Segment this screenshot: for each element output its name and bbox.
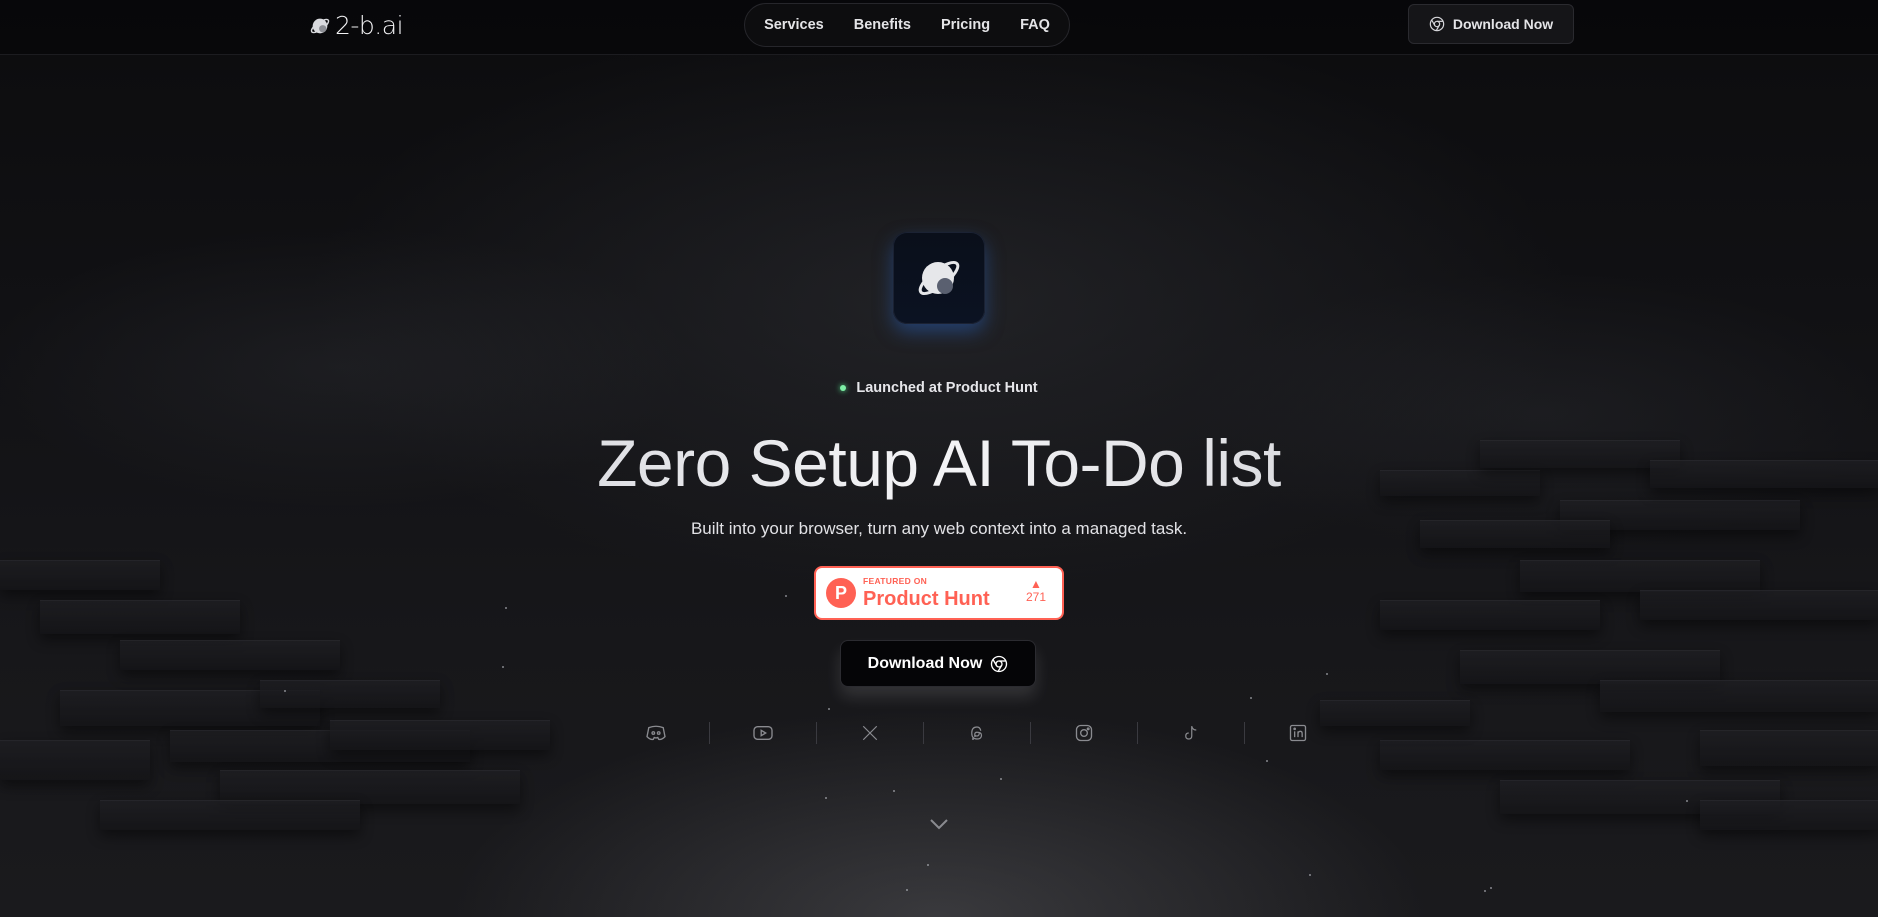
product-hunt-featured-label: FEATURED ON (863, 576, 928, 587)
background-block (1380, 740, 1630, 770)
background-block (120, 640, 340, 670)
youtube-icon (753, 726, 773, 740)
background-star (1484, 890, 1486, 892)
social-x[interactable] (817, 720, 923, 746)
nav-benefits[interactable]: Benefits (854, 17, 911, 33)
chrome-icon (1429, 16, 1445, 32)
nav-pricing[interactable]: Pricing (941, 17, 990, 33)
background-block (100, 800, 360, 830)
background-block (40, 600, 240, 634)
background-star (1250, 697, 1252, 699)
background-star (502, 666, 504, 668)
product-hunt-votes: ▲ 271 (1026, 578, 1046, 604)
background-star (1309, 874, 1311, 876)
logo[interactable]: 2-b.ai (309, 11, 404, 40)
discord-icon (646, 725, 666, 741)
scroll-down-chevron-icon[interactable] (929, 817, 949, 831)
social-linkedin[interactable] (1245, 720, 1351, 746)
background-star (893, 790, 895, 792)
background-block (1460, 650, 1720, 684)
background-star (1326, 673, 1328, 675)
header-download-button[interactable]: Download Now (1408, 4, 1574, 44)
background-block (1700, 730, 1878, 766)
social-threads[interactable] (924, 720, 1030, 746)
background-star (1686, 800, 1688, 802)
threads-icon (971, 726, 983, 740)
hero-headline: Zero Setup AI To-Do list (0, 425, 1878, 501)
background-block (1640, 590, 1878, 620)
nav-faq[interactable]: FAQ (1020, 17, 1050, 33)
product-hunt-logo-icon: P (826, 578, 856, 608)
planet-logo-icon (310, 18, 330, 33)
background-star (1000, 778, 1002, 780)
social-links (603, 720, 1351, 746)
app-icon (893, 232, 985, 324)
background-star (284, 690, 286, 692)
upvote-triangle-icon: ▲ (1030, 577, 1042, 591)
background-star (785, 595, 787, 597)
social-instagram[interactable] (1031, 720, 1137, 746)
background-block (1700, 800, 1878, 830)
hero-download-button[interactable]: Download Now (840, 640, 1036, 687)
background-star (828, 708, 830, 710)
background-star (1490, 887, 1492, 889)
planet-app-icon (918, 260, 960, 296)
background-block (330, 720, 550, 750)
background-star (927, 864, 929, 866)
logo-text: 2-b.ai (335, 11, 404, 40)
background-star (825, 797, 827, 799)
instagram-icon (1075, 724, 1093, 742)
background-star (906, 889, 908, 891)
background-block (1520, 560, 1760, 592)
linkedin-icon (1289, 724, 1307, 742)
nav-services[interactable]: Services (764, 17, 824, 33)
background-block (260, 680, 440, 708)
product-hunt-vote-count: 271 (1025, 590, 1046, 604)
header-download-label: Download Now (1452, 16, 1554, 32)
background-block (1380, 600, 1600, 630)
launch-badge: Launched at Product Hunt (0, 380, 1878, 396)
background-block (220, 770, 520, 804)
background-block (0, 560, 160, 590)
product-hunt-name: Product Hunt (863, 587, 990, 610)
social-discord[interactable] (603, 720, 709, 746)
background-block (0, 740, 150, 780)
x-icon (862, 725, 878, 741)
status-dot (840, 385, 847, 392)
launch-badge-text: Launched at Product Hunt (856, 380, 1038, 396)
background-block (1600, 680, 1878, 712)
hero-subtitle: Built into your browser, turn any web co… (690, 519, 1188, 538)
main-nav: Services Benefits Pricing FAQ (744, 3, 1070, 47)
social-tiktok[interactable] (1138, 720, 1244, 746)
product-hunt-badge[interactable]: P FEATURED ON Product Hunt ▲ 271 (814, 566, 1064, 620)
tiktok-icon (1185, 726, 1197, 740)
social-youtube[interactable] (710, 720, 816, 746)
top-nav-bar: 2-b.ai Services Benefits Pricing FAQ Dow… (0, 0, 1878, 55)
chrome-icon (991, 655, 1008, 672)
hero-download-label: Download Now (867, 654, 983, 672)
background-star (1266, 760, 1268, 762)
background-star (505, 607, 507, 609)
